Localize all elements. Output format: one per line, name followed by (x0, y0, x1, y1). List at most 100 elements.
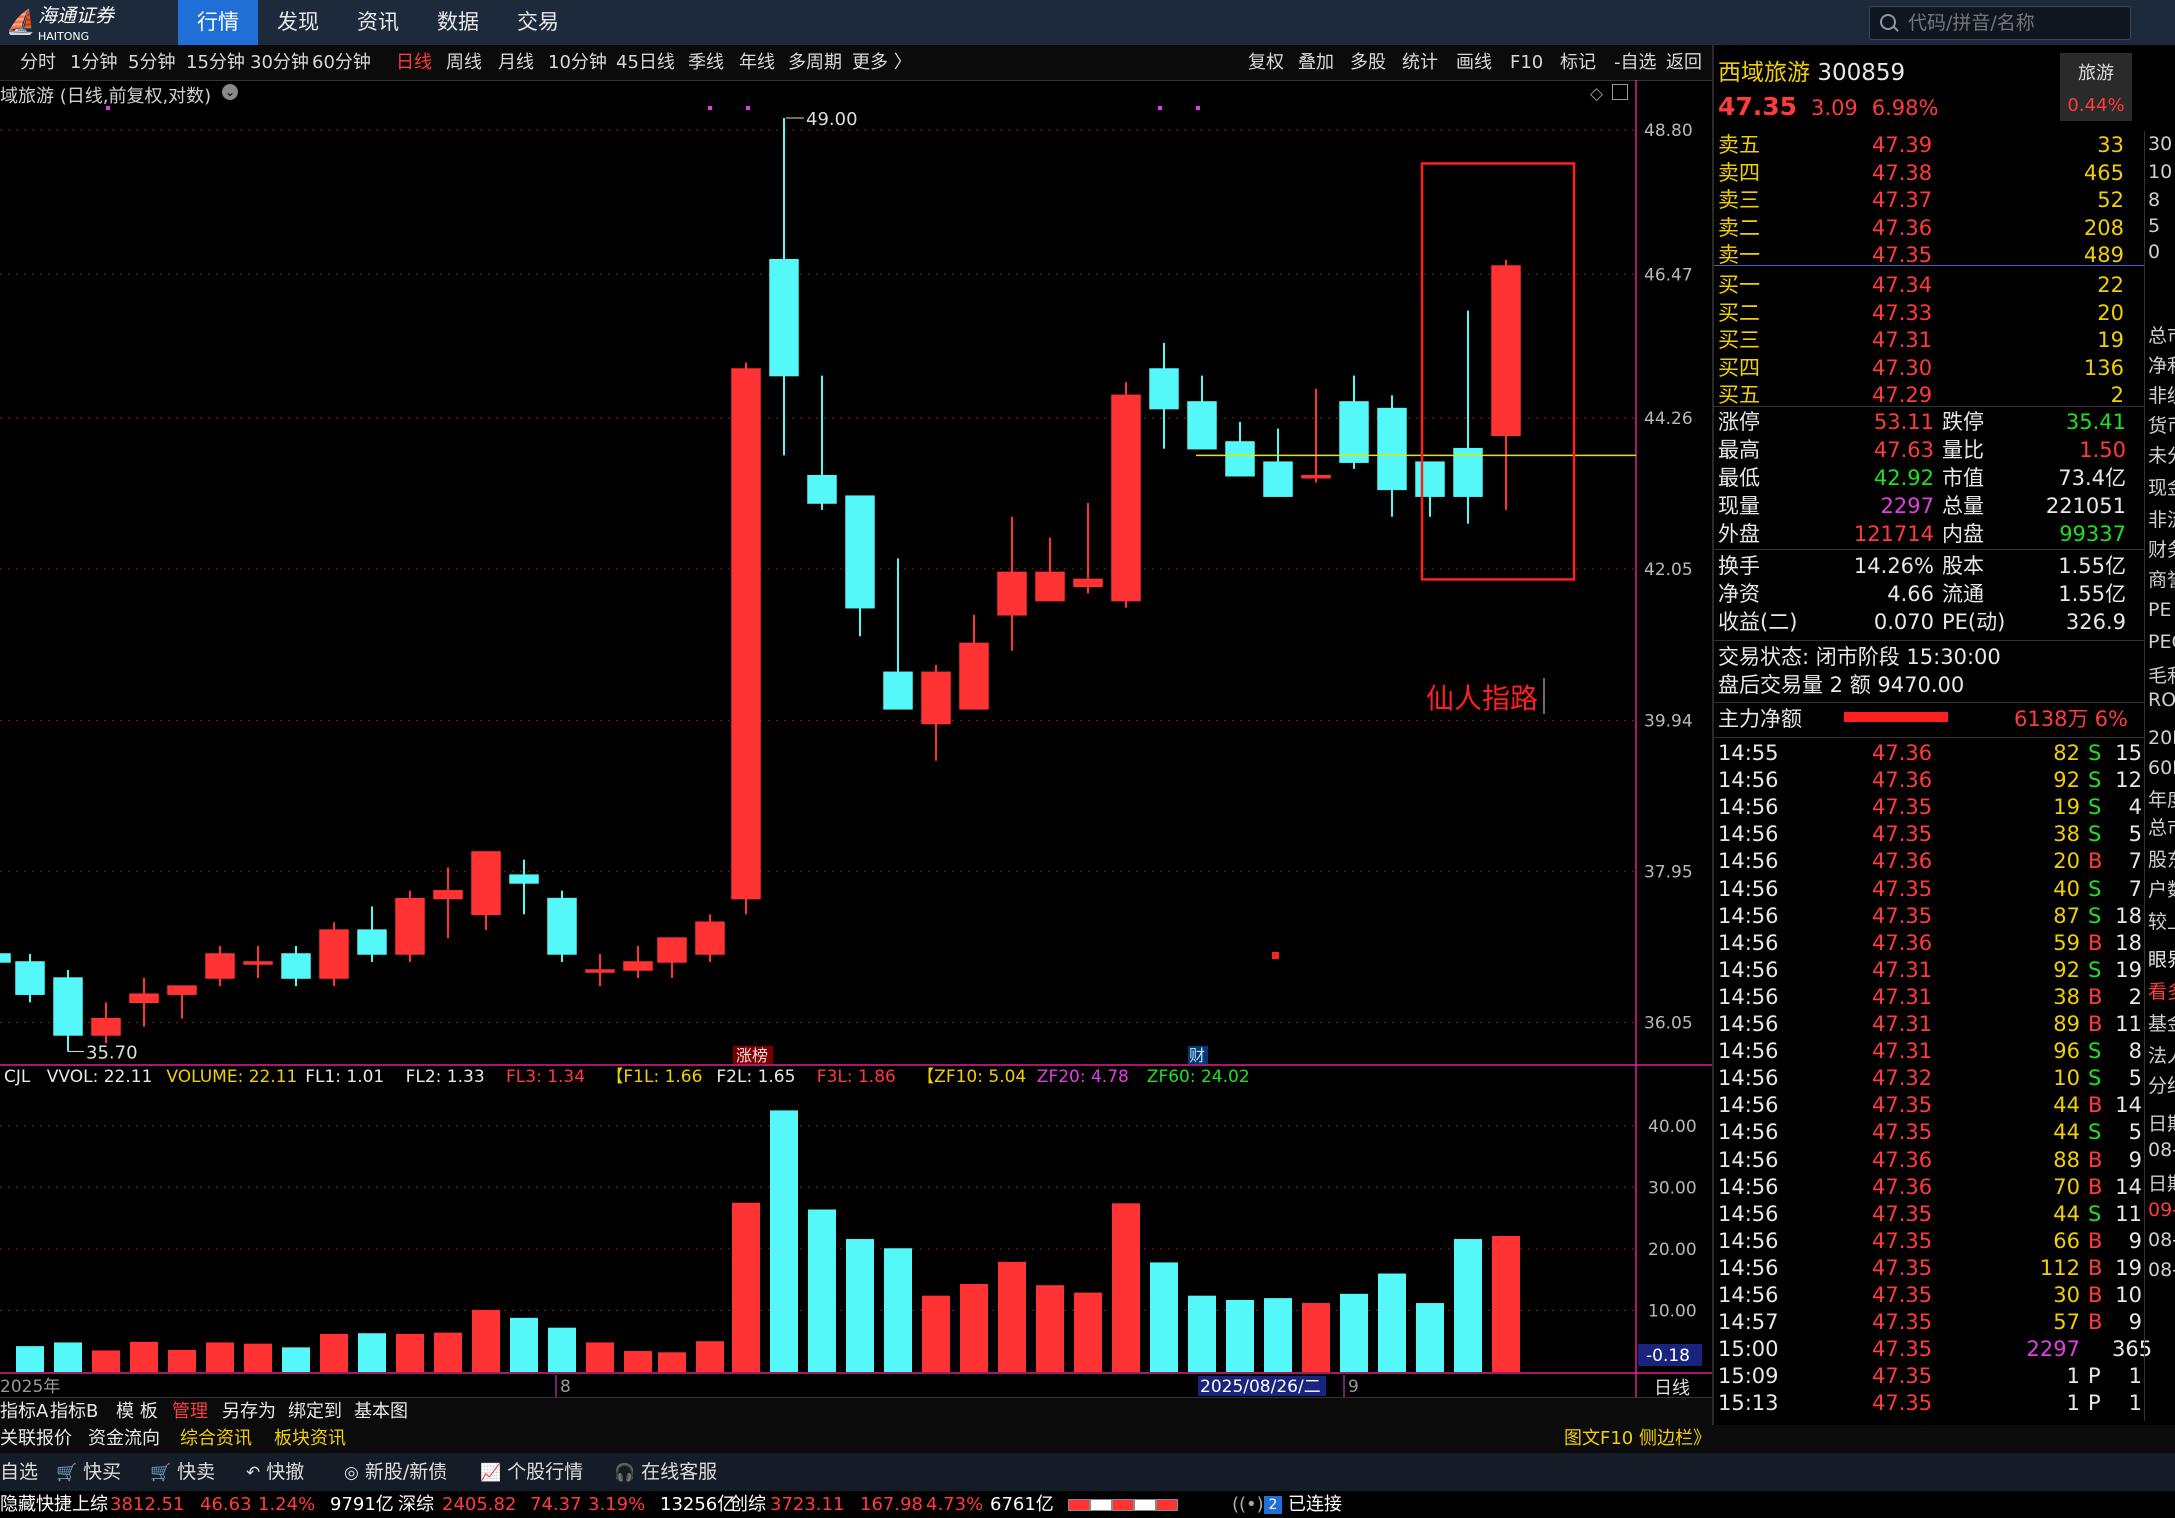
chevron-down-icon[interactable]: ⌄ (222, 84, 238, 100)
candle[interactable] (807, 375, 837, 510)
volume-bar[interactable] (206, 1342, 234, 1372)
period-9[interactable]: 10分钟 (548, 45, 607, 80)
volume-bar[interactable] (282, 1347, 310, 1372)
period-10[interactable]: 45日线 (616, 45, 675, 80)
volume-bar[interactable] (16, 1346, 44, 1372)
candle[interactable] (357, 906, 387, 962)
candle[interactable] (15, 953, 45, 1003)
volume-bar[interactable] (1492, 1235, 1520, 1372)
candle[interactable] (547, 890, 577, 962)
fund-flow-link[interactable]: 资金流向 (88, 1425, 160, 1453)
related-quotes-link[interactable]: 关联报价 (0, 1425, 72, 1453)
volume-bar[interactable] (1454, 1239, 1482, 1372)
candle[interactable] (921, 665, 951, 761)
tool-2[interactable]: 多股 (1350, 45, 1386, 80)
candle[interactable] (167, 985, 197, 1019)
candle[interactable] (959, 614, 989, 710)
tab-3[interactable]: 数据 (418, 0, 498, 45)
candle[interactable] (657, 937, 687, 979)
volume-bar[interactable] (624, 1351, 652, 1372)
candle[interactable] (205, 946, 235, 987)
diamond-icon[interactable]: ◇ (1590, 84, 1603, 104)
period-8[interactable]: 月线 (498, 45, 534, 80)
period-13[interactable]: 多周期 (788, 45, 842, 80)
f10-sidebar-link[interactable]: 图文F10 侧边栏》 (1564, 1425, 1711, 1453)
volume-bar[interactable] (320, 1333, 348, 1372)
volume-bar[interactable] (1302, 1303, 1330, 1372)
candle[interactable] (395, 890, 425, 962)
volume-bar[interactable] (1074, 1292, 1102, 1372)
volume-bar[interactable] (922, 1295, 950, 1372)
period-3[interactable]: 15分钟 (186, 45, 245, 80)
candle[interactable] (1263, 428, 1293, 497)
tool-1[interactable]: 叠加 (1298, 45, 1334, 80)
period-2[interactable]: 5分钟 (128, 45, 175, 80)
candle[interactable] (0, 938, 11, 970)
tab-0[interactable]: 行情 (178, 0, 258, 45)
candle[interactable] (1225, 421, 1255, 477)
indicator-tab-0[interactable]: 指标A (0, 1398, 48, 1426)
tool-7[interactable]: -自选 (1614, 45, 1657, 80)
indicator-tab-2[interactable]: 模 板 (116, 1398, 158, 1426)
volume-bar[interactable] (846, 1239, 874, 1372)
volume-bar[interactable] (1036, 1285, 1064, 1372)
period-7[interactable]: 周线 (446, 45, 482, 80)
volume-bar[interactable] (884, 1248, 912, 1372)
indicator-tab-6[interactable]: 基本图 (354, 1398, 408, 1426)
candle[interactable] (585, 953, 615, 987)
volume-bar[interactable] (396, 1333, 424, 1372)
volume-bar[interactable] (130, 1341, 158, 1372)
volume-bar[interactable] (168, 1349, 196, 1372)
sector-badge[interactable]: 旅游 0.44% (2060, 53, 2132, 121)
volume-bar[interactable] (1340, 1293, 1368, 1372)
candle[interactable] (883, 558, 913, 710)
volume-bar[interactable] (808, 1209, 836, 1372)
candle[interactable] (509, 859, 539, 915)
news-link[interactable]: 综合资讯 (180, 1425, 252, 1453)
volume-bar[interactable] (960, 1283, 988, 1372)
period-12[interactable]: 年线 (739, 45, 775, 80)
quick-5[interactable]: 📈 个股行情 (480, 1453, 583, 1491)
volume-bar[interactable] (658, 1352, 686, 1372)
candle[interactable] (53, 970, 83, 1052)
quick-0[interactable]: 自选 (0, 1453, 38, 1491)
tool-3[interactable]: 统计 (1402, 45, 1438, 80)
candle[interactable] (1187, 375, 1217, 450)
search-input[interactable] (1906, 7, 2125, 39)
period-1[interactable]: 1分钟 (70, 45, 117, 80)
period-6[interactable]: 日线 (396, 45, 432, 80)
candle[interactable] (433, 867, 463, 939)
volume-bar[interactable] (696, 1341, 724, 1372)
quick-3[interactable]: ↶ 快撤 (246, 1453, 304, 1491)
candle[interactable] (1453, 310, 1483, 524)
volume-bar[interactable] (1416, 1303, 1444, 1372)
indicator-tab-3[interactable]: 管理 (172, 1398, 208, 1426)
candle[interactable] (1111, 382, 1141, 608)
candle[interactable] (1491, 259, 1521, 510)
volume-bar[interactable] (510, 1317, 538, 1372)
sector-news-link[interactable]: 板块资讯 (274, 1425, 346, 1453)
candle[interactable] (91, 1002, 121, 1044)
volume-bar[interactable] (54, 1342, 82, 1372)
volume-bar[interactable] (998, 1261, 1026, 1372)
volume-bar[interactable] (586, 1342, 614, 1372)
panel-toggle-icon[interactable] (1612, 84, 1628, 100)
volume-bar[interactable] (1226, 1299, 1254, 1372)
quick-2[interactable]: 🛒 快卖 (150, 1453, 215, 1491)
candle[interactable] (845, 495, 875, 637)
volume-bar[interactable] (92, 1350, 120, 1372)
volume-bar[interactable] (472, 1309, 500, 1372)
candle[interactable] (1073, 503, 1103, 594)
candle[interactable] (1415, 461, 1445, 517)
candle[interactable] (319, 922, 349, 987)
volume-bar[interactable] (358, 1333, 386, 1372)
tool-5[interactable]: F10 (1510, 45, 1543, 80)
candle[interactable] (129, 978, 159, 1027)
tool-0[interactable]: 复权 (1248, 45, 1284, 80)
indicator-tab-1[interactable]: 指标B (50, 1398, 98, 1426)
candle[interactable] (471, 851, 501, 931)
candle[interactable] (695, 914, 725, 962)
volume-bar[interactable] (1112, 1203, 1140, 1372)
tool-4[interactable]: 画线 (1456, 45, 1492, 80)
tab-2[interactable]: 资讯 (338, 0, 418, 45)
